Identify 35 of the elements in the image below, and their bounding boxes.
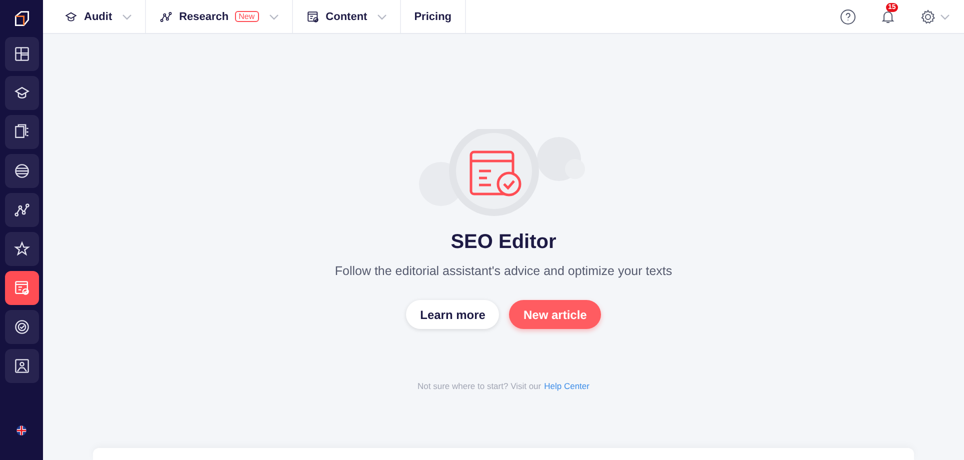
graph-icon xyxy=(12,201,30,219)
caret-icon xyxy=(940,14,950,20)
page-subtitle: Follow the editorial assistant's advice and optimize your texts xyxy=(334,264,672,278)
sidebar-item[interactable] xyxy=(4,193,38,227)
bell-icon[interactable] xyxy=(880,8,896,24)
nav-link[interactable]: Audit xyxy=(84,10,112,22)
sidebar-item[interactable] xyxy=(4,271,38,305)
graduation-cap-icon xyxy=(64,10,78,24)
flag-icon[interactable] xyxy=(16,425,27,436)
grid-icon xyxy=(12,45,30,63)
globe-icon xyxy=(12,162,30,180)
logo-icon[interactable] xyxy=(12,10,30,28)
target-icon xyxy=(12,318,30,336)
star-icon xyxy=(12,240,30,258)
nav-link[interactable]: Content xyxy=(326,10,368,22)
page-title: SEO Editor xyxy=(450,231,556,254)
learn-more-button[interactable]: Learn more xyxy=(406,300,500,329)
sidebar-item[interactable] xyxy=(4,310,38,344)
sidebar-item[interactable] xyxy=(4,76,38,110)
nav-link[interactable]: Pricing xyxy=(414,10,452,22)
sidebar-item[interactable] xyxy=(4,37,38,71)
sidebar-item[interactable] xyxy=(4,232,38,266)
sidebar-item[interactable] xyxy=(4,115,38,149)
nav-link[interactable]: Research xyxy=(179,10,229,22)
help-text: Not sure where to start? Visit our xyxy=(418,381,542,391)
help-icon[interactable] xyxy=(840,8,856,24)
pages-icon xyxy=(12,123,30,141)
graph-icon xyxy=(159,10,174,24)
sidebar-item[interactable] xyxy=(4,154,38,188)
document-check-icon xyxy=(306,10,320,24)
new-badge: New xyxy=(234,11,259,22)
document-check-icon xyxy=(12,279,30,297)
settings-icon[interactable] xyxy=(920,8,936,24)
sidebar-item[interactable] xyxy=(4,349,38,383)
portrait-icon xyxy=(12,357,30,375)
